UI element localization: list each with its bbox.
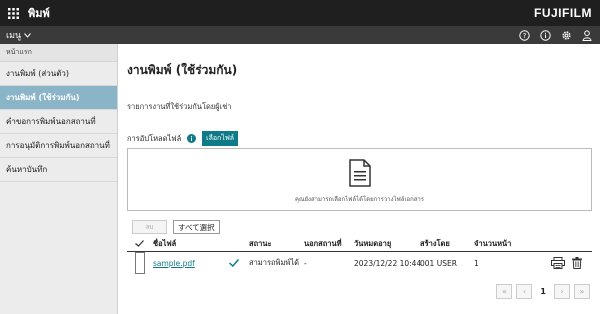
- table-header: ชื่อไฟล์ สถานะ นอกสถานที่ วันหมดอายุ สร้…: [127, 236, 592, 252]
- header-expiry[interactable]: วันหมดอายุ: [354, 236, 391, 251]
- row-pages: 1: [474, 258, 479, 268]
- top-bar: พิมพ์ FUJIFILM: [0, 0, 600, 26]
- last-page-button[interactable]: »: [574, 284, 590, 299]
- sidebar-header[interactable]: หน้าแรก: [0, 44, 117, 62]
- info-icon[interactable]: [540, 29, 551, 41]
- gear-icon[interactable]: [561, 30, 572, 41]
- document-icon: [349, 159, 371, 191]
- row-status: สามารถพิมพ์ได้: [249, 258, 299, 267]
- first-page-button[interactable]: «: [496, 284, 513, 299]
- user-icon[interactable]: [582, 29, 592, 41]
- table-row[interactable]: sample.pdf สามารถพิมพ์ได้ - 2023/12/22 1…: [127, 252, 592, 274]
- sidebar-item-shared-print[interactable]: งานพิมพ์ (ใช้ร่วมกัน): [0, 86, 117, 110]
- header-status[interactable]: สถานะ: [249, 236, 272, 251]
- svg-text:?: ?: [523, 32, 527, 40]
- menu-button[interactable]: เมนู: [6, 28, 32, 42]
- page-title: งานพิมพ์ (ใช้ร่วมกัน): [127, 63, 238, 77]
- sidebar-item-offsite-request[interactable]: คำขอการพิมพ์นอกสถานที่: [0, 110, 117, 134]
- header-check-icon[interactable]: [135, 236, 144, 251]
- file-drop-zone[interactable]: คุณยังสามารถเลือกไฟล์ได้โดยการวางไฟล์เอก…: [127, 148, 592, 211]
- app-title: พิมพ์: [28, 7, 50, 20]
- sidebar: หน้าแรก งานพิมพ์ (ส่วนตัว) งานพิมพ์ (ใช้…: [0, 44, 118, 314]
- drop-zone-text: คุณยังสามารถเลือกไฟล์ได้โดยการวางไฟล์เอก…: [294, 196, 425, 203]
- current-page[interactable]: 1: [540, 287, 546, 296]
- info-icon[interactable]: [187, 134, 197, 143]
- upload-row: การอัปโหลดไฟล์ เลือกไฟล์: [127, 131, 239, 146]
- prev-page-button[interactable]: ‹: [516, 284, 533, 299]
- header-creator[interactable]: สร้างโดย: [420, 236, 450, 251]
- menu-label: เมนู: [6, 31, 22, 41]
- header-pages[interactable]: จำนวนหน้า: [474, 236, 511, 251]
- trash-icon[interactable]: [572, 252, 582, 274]
- row-expiry: 2023/12/22 10:44: [354, 258, 422, 268]
- chevron-down-icon: [24, 32, 32, 38]
- row-creator: 001 USER: [420, 258, 457, 268]
- status-check-icon: [229, 252, 239, 274]
- header-offsite[interactable]: นอกสถานที่: [304, 236, 342, 251]
- select-all-button[interactable]: すべて選択: [173, 220, 220, 234]
- print-icon[interactable]: [551, 252, 565, 274]
- header-filename[interactable]: ชื่อไฟล์: [153, 236, 176, 251]
- row-filename-link[interactable]: sample.pdf: [153, 252, 195, 274]
- choose-file-button[interactable]: เลือกไฟล์: [202, 131, 239, 146]
- brand-logo: FUJIFILM: [534, 6, 592, 20]
- page-description: รายการงานที่ใช้ร่วมกันโดยผู้เช่า: [127, 102, 232, 111]
- sidebar-item-private-print[interactable]: งานพิมพ์ (ส่วนตัว): [0, 62, 117, 86]
- main-content: งานพิมพ์ (ใช้ร่วมกัน) รายการงานที่ใช้ร่ว…: [118, 44, 600, 314]
- pagination: « ‹ 1 › »: [496, 284, 590, 299]
- delete-button[interactable]: ลบ: [132, 220, 167, 234]
- upload-label: การอัปโหลดไฟล์: [127, 133, 182, 143]
- row-offsite: -: [304, 258, 307, 268]
- sidebar-item-search-log[interactable]: ค้นหาบันทึก: [0, 158, 117, 182]
- sidebar-item-offsite-approval[interactable]: การอนุมัติการพิมพ์นอกสถานที่: [0, 134, 117, 158]
- sub-bar: เมนู ?: [0, 26, 600, 44]
- next-page-button[interactable]: ›: [554, 284, 570, 299]
- help-icon[interactable]: ?: [519, 29, 530, 41]
- app-grid-icon[interactable]: [0, 0, 26, 26]
